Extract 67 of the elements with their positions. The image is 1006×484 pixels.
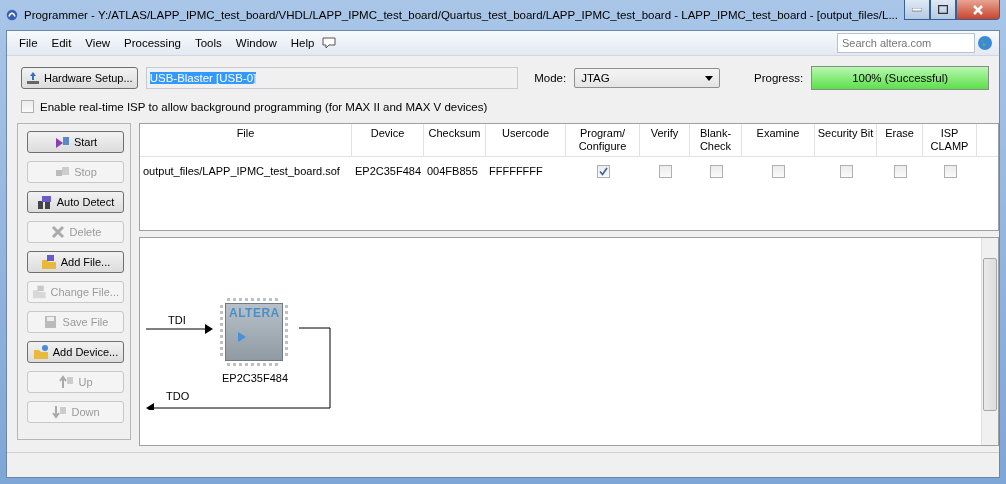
menu-item[interactable]: Edit bbox=[45, 35, 78, 51]
checkbox[interactable] bbox=[21, 100, 34, 113]
play-icon bbox=[53, 134, 70, 150]
cross-icon bbox=[49, 224, 66, 240]
scrollbar[interactable] bbox=[981, 238, 998, 445]
hardware-setup-button[interactable]: Hardware Setup... bbox=[21, 67, 138, 89]
column-header[interactable]: Security Bit bbox=[815, 124, 877, 156]
down-arrow-icon bbox=[51, 404, 68, 420]
caret-icon bbox=[705, 75, 713, 81]
maximize-icon bbox=[938, 5, 948, 14]
close-button[interactable] bbox=[956, 0, 1000, 20]
table-cell-text: 004FB855 bbox=[426, 165, 479, 177]
search-field[interactable]: Search altera.com bbox=[837, 33, 975, 53]
floppy-icon bbox=[42, 314, 59, 330]
side-button[interactable]: Add Device... bbox=[27, 341, 124, 363]
globe-icon[interactable] bbox=[977, 35, 993, 51]
minimize-button[interactable] bbox=[904, 0, 930, 20]
menu-item[interactable]: Tools bbox=[188, 35, 228, 51]
checkbox[interactable] bbox=[709, 164, 723, 178]
mode-label: Mode: bbox=[534, 72, 567, 84]
column-header[interactable]: Usercode bbox=[486, 124, 566, 156]
column-header[interactable]: ISP CLAMP bbox=[923, 124, 977, 156]
column-header[interactable]: Erase bbox=[877, 124, 923, 156]
table-cell-text: output_files/LAPP_IPMC_test_board.sof bbox=[142, 165, 341, 177]
side-button[interactable]: Start bbox=[27, 131, 124, 153]
checkbox[interactable] bbox=[596, 164, 610, 178]
up-arrow-icon bbox=[58, 374, 75, 390]
column-header[interactable]: Program/ Configure bbox=[566, 124, 640, 156]
column-header[interactable]: Blank- Check bbox=[690, 124, 742, 156]
checkbox[interactable] bbox=[772, 164, 785, 178]
app-icon bbox=[6, 7, 18, 23]
input-arrow bbox=[146, 324, 213, 334]
menu-item[interactable]: Processing bbox=[118, 35, 187, 51]
signal-label: TDI bbox=[168, 314, 186, 326]
chip-drawing: ALTERA bbox=[220, 298, 288, 366]
table-cell-text: FFFFFFFF bbox=[488, 165, 544, 177]
table-cell-text: EP2C35F484 bbox=[354, 165, 423, 177]
menu-item[interactable]: File bbox=[13, 35, 44, 51]
close-icon bbox=[973, 4, 983, 15]
maximize-button[interactable] bbox=[930, 0, 956, 20]
side-button[interactable]: Add File... bbox=[27, 251, 124, 273]
speech-bubble-icon[interactable] bbox=[322, 37, 337, 49]
menu-item[interactable]: Help bbox=[284, 35, 321, 51]
window-title: Programmer - Y:/ATLAS/LAPP_IPMC_test_board/VHDL/LAPP_IPMC_test_board/Quartus_test_board/LAPP_IPMC_test_board - LAPP_IPMC_test_board - [output_files/L... bbox=[23, 9, 898, 21]
folder-icon bbox=[40, 254, 57, 270]
checkbox-label: Enable real-time ISP to allow background programming (for MAX II and MAX V devices) bbox=[40, 100, 488, 113]
column-header[interactable]: Device bbox=[352, 124, 424, 156]
hardware-icon bbox=[26, 71, 40, 85]
checkbox[interactable] bbox=[658, 164, 672, 178]
menu-item[interactable]: View bbox=[79, 35, 117, 51]
signal-label: TDO bbox=[166, 390, 190, 402]
column-header[interactable]: File bbox=[140, 124, 352, 156]
side-button[interactable]: Auto Detect bbox=[27, 191, 124, 213]
minimize-icon bbox=[912, 7, 922, 12]
progress-bar: 100% (Successful) bbox=[811, 66, 989, 90]
checkbox[interactable] bbox=[893, 164, 907, 178]
column-header[interactable]: Verify bbox=[640, 124, 690, 156]
progress-label: Progress: bbox=[754, 72, 804, 84]
checkbox[interactable] bbox=[943, 164, 957, 178]
checkbox[interactable] bbox=[839, 164, 853, 178]
folder-icon bbox=[32, 344, 49, 360]
device-label: EP2C35F484 bbox=[222, 372, 289, 384]
folder-icon bbox=[32, 284, 47, 300]
mode-dropdown[interactable]: JTAG bbox=[574, 68, 720, 88]
column-header[interactable]: Checksum bbox=[424, 124, 486, 156]
column-header[interactable]: Examine bbox=[742, 124, 815, 156]
menu-item[interactable]: Window bbox=[229, 35, 283, 51]
